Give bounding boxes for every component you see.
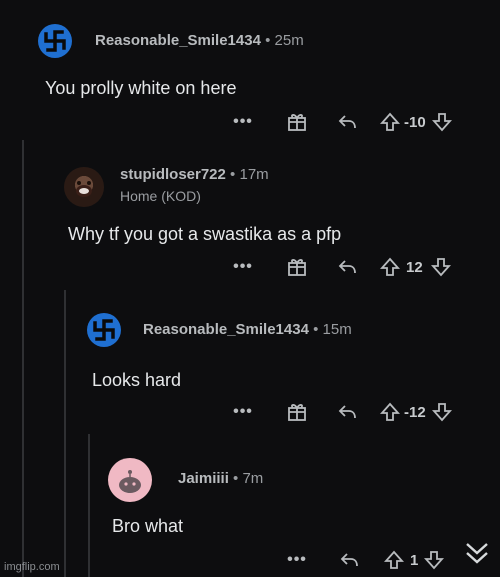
comment-body: Bro what	[112, 516, 184, 536]
comment-age: 17m	[239, 166, 269, 183]
author-line: Jaimiiii • 7m	[178, 470, 263, 487]
reply-icon[interactable]	[336, 256, 358, 278]
thread-line[interactable]	[22, 140, 24, 577]
comment-body: Looks hard	[92, 370, 182, 390]
author-line: Reasonable_Smile1434 • 15m	[143, 321, 352, 338]
vote-score: 12	[406, 258, 423, 276]
award-icon[interactable]	[286, 256, 308, 278]
author-line: Reasonable_Smile1434 • 25m	[95, 32, 304, 49]
thread-line[interactable]	[64, 290, 66, 577]
comment-body: You prolly white on here	[45, 78, 237, 98]
award-icon[interactable]	[286, 111, 308, 133]
reply-icon[interactable]	[338, 549, 360, 571]
author-name[interactable]: Reasonable_Smile1434	[95, 32, 261, 49]
comment-actions: ••• -10	[232, 110, 452, 134]
author-name[interactable]: stupidloser722	[120, 166, 226, 183]
award-icon[interactable]	[286, 401, 308, 423]
more-options-icon[interactable]: •••	[232, 258, 254, 276]
collapse-chevron-icon[interactable]	[462, 540, 492, 568]
upvote-icon[interactable]	[380, 256, 400, 278]
author-name[interactable]: Jaimiiii	[178, 470, 229, 487]
more-options-icon[interactable]: •••	[232, 113, 254, 131]
comment-age: 15m	[322, 321, 352, 338]
upvote-icon[interactable]	[380, 401, 400, 423]
swastika-avatar[interactable]	[87, 313, 121, 347]
downvote-icon[interactable]	[430, 256, 451, 278]
watermark: imgflip.com	[4, 561, 60, 573]
downvote-icon[interactable]	[431, 111, 452, 133]
comment-body: Why tf you got a swastika as a pfp	[68, 224, 342, 244]
vote-score: -10	[404, 113, 426, 131]
comment-age: 25m	[274, 32, 304, 49]
thread-line[interactable]	[88, 434, 90, 577]
snoo-avatar[interactable]	[108, 458, 152, 502]
photo-avatar[interactable]	[64, 167, 104, 207]
more-options-icon[interactable]: •••	[286, 551, 308, 569]
downvote-icon[interactable]	[431, 401, 452, 423]
separator: •	[230, 166, 236, 183]
vote-score: -12	[404, 403, 426, 421]
separator: •	[265, 32, 271, 49]
comment-actions: ••• 12	[232, 255, 451, 279]
more-options-icon[interactable]: •••	[232, 403, 254, 421]
separator: •	[313, 321, 319, 338]
upvote-icon[interactable]	[380, 111, 400, 133]
comment-age: 7m	[242, 470, 264, 487]
comment-actions: ••• 1	[286, 548, 445, 572]
comment-actions: ••• -12	[232, 400, 452, 424]
vote-score: 1	[410, 551, 419, 569]
author-line: stupidloser722 • 17m	[120, 166, 269, 183]
user-flair: Home (KOD)	[120, 188, 201, 204]
author-name[interactable]: Reasonable_Smile1434	[143, 321, 309, 338]
swastika-avatar[interactable]	[38, 24, 72, 58]
reply-icon[interactable]	[336, 111, 358, 133]
separator: •	[233, 470, 239, 487]
downvote-icon[interactable]	[424, 549, 445, 571]
upvote-icon[interactable]	[384, 549, 404, 571]
reply-icon[interactable]	[336, 401, 358, 423]
